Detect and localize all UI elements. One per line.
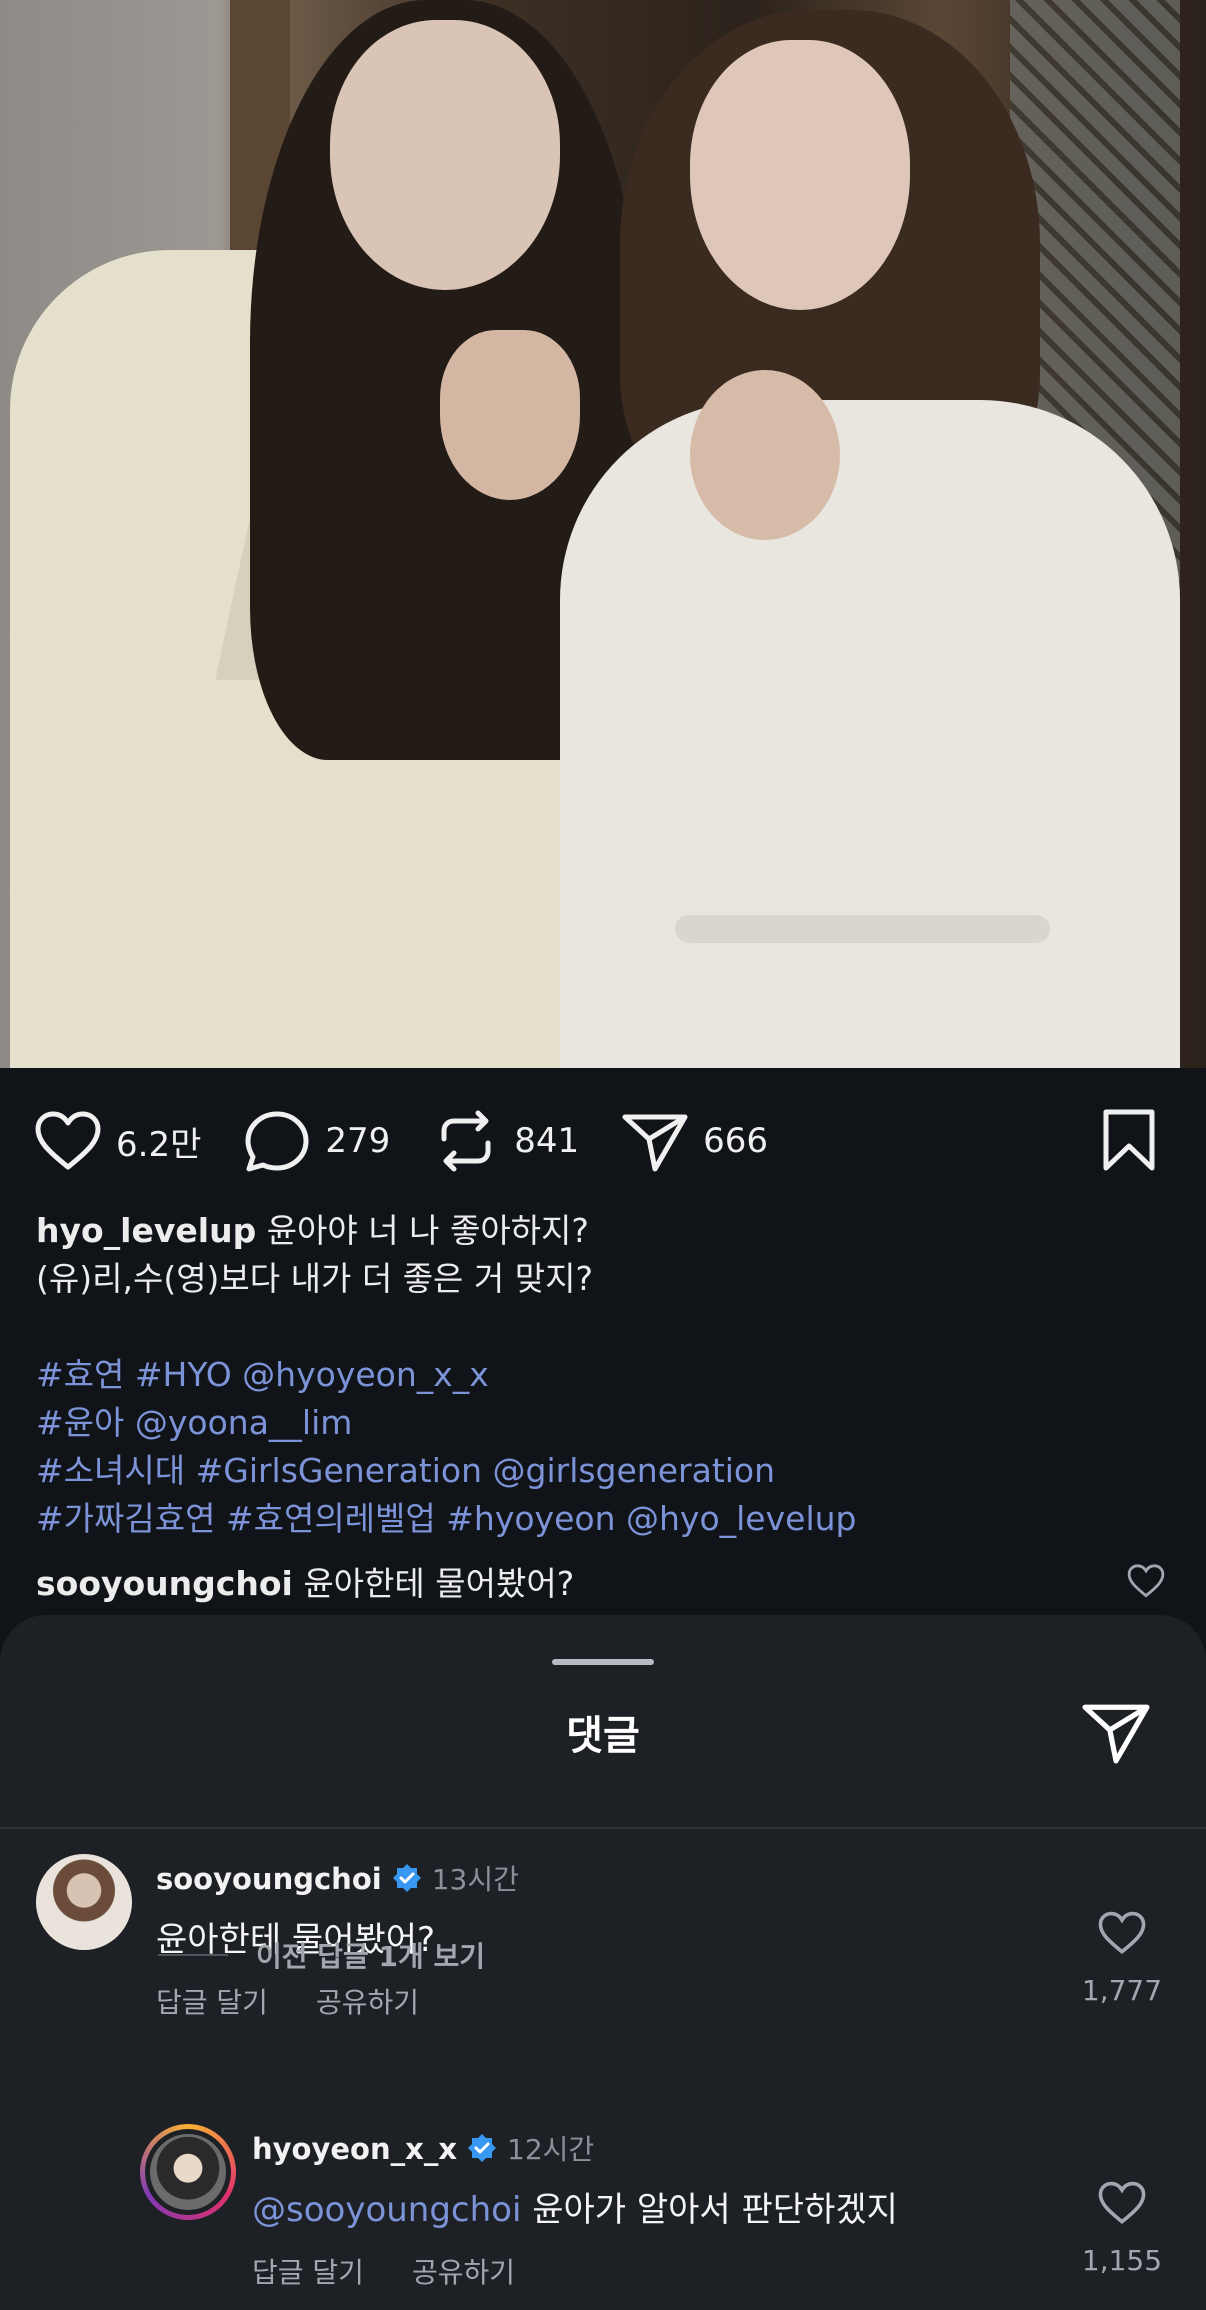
hashtag[interactable]: #윤아	[36, 1403, 124, 1442]
like-action[interactable]: 6.2만	[34, 1109, 201, 1173]
comment-body: 윤아가 알아서 판단하겠지	[521, 2190, 898, 2230]
like-count: 6.2만	[116, 1124, 202, 1165]
heart-icon	[1127, 1564, 1165, 1598]
share-count: 666	[703, 1121, 769, 1161]
comment-time: 12시간	[507, 2133, 595, 2166]
hashtag[interactable]: #소녀시대	[36, 1451, 185, 1490]
caption-text-line1: 윤아야 너 나 좋아하지?	[256, 1211, 589, 1250]
comment-bubble-icon	[245, 1111, 309, 1172]
heart-icon	[35, 1111, 101, 1170]
repost-icon	[441, 1110, 491, 1172]
hashtag[interactable]: #hyoyeon	[446, 1499, 615, 1538]
verified-badge-icon	[468, 2134, 497, 2162]
comment-count: 279	[325, 1121, 391, 1161]
heart-icon	[1098, 1911, 1146, 1954]
reply-button[interactable]: 답글 달기	[252, 2256, 364, 2289]
sheet-drag-handle[interactable]	[552, 1659, 654, 1665]
mention-link[interactable]: @sooyoungchoi	[252, 2190, 521, 2230]
reply-button[interactable]: 답글 달기	[156, 1986, 268, 2019]
hashtag[interactable]: #효연	[36, 1355, 124, 1394]
caption-username[interactable]: hyo_levelup	[36, 1211, 256, 1250]
preview-comment-like-button[interactable]	[1126, 1563, 1166, 1603]
hashtag-line-4: #가짜김효연 #효연의레벨업 #hyoyeon @hyo_levelup	[36, 1495, 1176, 1543]
hashtag-line-2: #윤아 @yoona__lim	[36, 1399, 1176, 1447]
comment-time: 13시간	[431, 1863, 519, 1896]
heart-icon	[1098, 2181, 1146, 2224]
mention-link[interactable]: @girlsgeneration	[493, 1451, 776, 1490]
share-action[interactable]: 666	[621, 1109, 768, 1173]
hashtag[interactable]: #HYO	[135, 1355, 232, 1394]
preview-comment-username[interactable]: sooyoungchoi	[36, 1564, 293, 1603]
post-actions: 6.2만 279 841 666	[34, 1108, 1172, 1174]
share-comment-button[interactable]: 공유하기	[316, 1986, 419, 2019]
comment-like-count: 1,777	[1081, 1974, 1163, 2007]
repost-count: 841	[514, 1121, 580, 1161]
comment-username[interactable]: sooyoungchoi	[156, 1862, 382, 1896]
sheet-divider	[0, 1827, 1206, 1829]
avatar[interactable]	[140, 2124, 236, 2220]
comment-like[interactable]: 1,155	[1062, 2180, 1182, 2277]
caption-text-line2: (유)리,수(영)보다 내가 더 좋은 거 맞지?	[36, 1259, 593, 1298]
hashtag-line-1: #효연 #HYO @hyoyeon_x_x	[36, 1351, 1176, 1399]
comment-item: hyoyeon_x_x 12시간 @sooyoungchoi 윤아가 알아서 판단…	[252, 2128, 898, 2291]
view-previous-replies-label: 이전 답글 1개 보기	[256, 1940, 486, 1973]
hashtag-line-3: #소녀시대 #GirlsGeneration @girlsgeneration	[36, 1447, 1176, 1495]
comment-username[interactable]: hyoyeon_x_x	[252, 2132, 457, 2166]
mention-link[interactable]: @hyoyeon_x_x	[242, 1355, 489, 1394]
mention-link[interactable]: @hyo_levelup	[626, 1499, 856, 1538]
send-icon	[1082, 1704, 1150, 1764]
bookmark-button[interactable]	[1098, 1108, 1160, 1176]
verified-badge-icon	[392, 1864, 421, 1892]
hashtag[interactable]: #가짜김효연	[36, 1499, 215, 1538]
mention-link[interactable]: @yoona__lim	[135, 1403, 353, 1442]
post-photo[interactable]	[0, 0, 1206, 1068]
repost-action[interactable]: 841	[432, 1109, 579, 1173]
preview-comment[interactable]: sooyoungchoi 윤아한테 물어봤어?	[36, 1557, 1176, 1605]
bookmark-icon	[1103, 1109, 1155, 1171]
sheet-title: 댓글	[566, 1713, 640, 1759]
preview-comment-text: 윤아한테 물어봤어?	[292, 1564, 575, 1603]
send-icon	[622, 1114, 688, 1172]
comment-like[interactable]: 1,777	[1062, 1910, 1182, 2007]
sheet-share-button[interactable]	[1080, 1699, 1152, 1769]
hashtag[interactable]: #GirlsGeneration	[196, 1451, 482, 1490]
comment-text: @sooyoungchoi 윤아가 알아서 판단하겠지	[252, 2182, 898, 2231]
post-caption: hyo_levelup 윤아야 너 나 좋아하지? (유)리,수(영)보다 내가…	[36, 1207, 1176, 1543]
view-previous-replies[interactable]: 이전 답글 1개 보기	[158, 1935, 485, 1975]
share-comment-button[interactable]: 공유하기	[412, 2256, 515, 2289]
avatar[interactable]	[36, 1854, 132, 1950]
comment-action[interactable]: 279	[243, 1109, 390, 1173]
comment-like-count: 1,155	[1081, 2244, 1163, 2277]
hashtag[interactable]: #효연의레벨업	[226, 1499, 436, 1538]
